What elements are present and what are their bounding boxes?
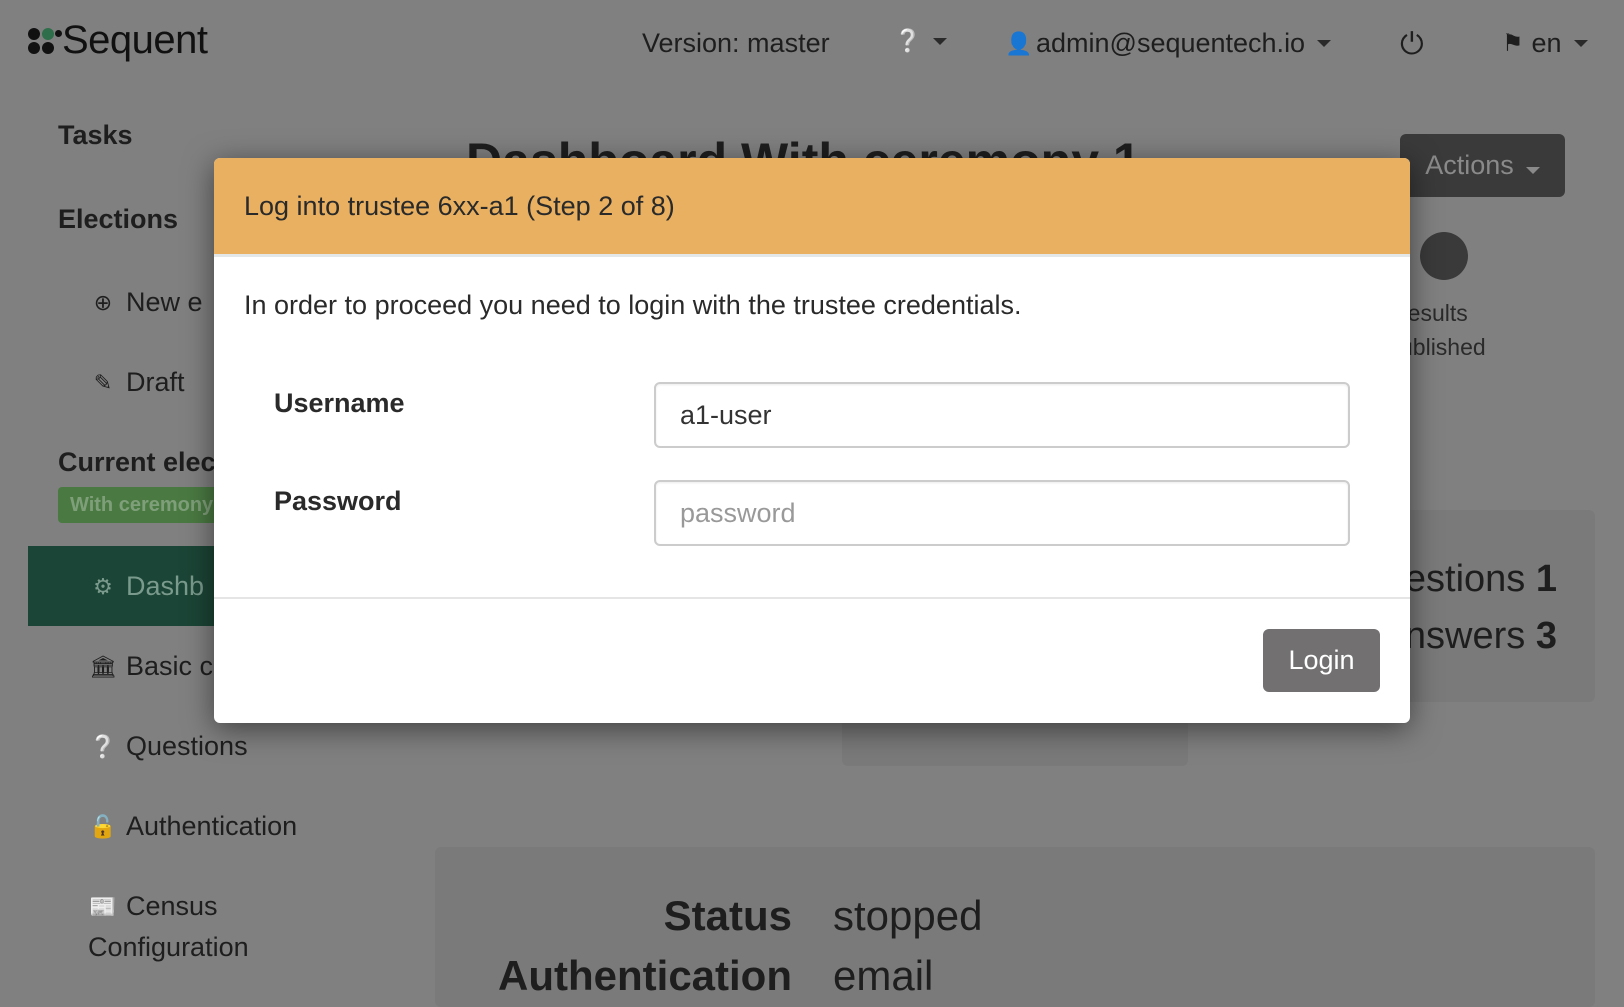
auth-value: email: [833, 952, 934, 999]
sidebar-item-label: Dashb: [126, 571, 205, 601]
sidebar-item-label: Draft: [126, 367, 185, 397]
language-dropdown[interactable]: ⚑ en: [1502, 28, 1588, 59]
auth-label: Authentication: [498, 952, 792, 999]
sequent-logo[interactable]: Sequent: [28, 18, 208, 63]
question-circle-icon: ❔: [89, 733, 117, 759]
trustee-login-modal: Log into trustee 6xx-a1 (Step 2 of 8) In…: [214, 158, 1410, 723]
modal-title: Log into trustee 6xx-a1 (Step 2 of 8): [214, 158, 1410, 257]
sidebar-item-questions[interactable]: ❔ Questions: [89, 731, 248, 762]
login-button[interactable]: Login: [1263, 629, 1380, 692]
answers-count: nswers 3: [1404, 615, 1557, 657]
power-icon: ⏻: [1400, 28, 1424, 61]
sidebar-item-census-line2[interactable]: Configuration: [88, 932, 249, 963]
flag-icon: ⚑: [1502, 30, 1524, 57]
sidebar-item-basic[interactable]: 🏛 Basic c: [89, 651, 214, 682]
sidebar-item-label: Census: [126, 891, 218, 921]
username-input[interactable]: [654, 382, 1350, 448]
sidebar-draft[interactable]: ✎ Draft: [90, 367, 185, 398]
edit-icon: ✎: [93, 369, 113, 395]
status-value: stopped: [833, 892, 983, 939]
caret-down-icon: [1525, 167, 1540, 174]
password-label: Password: [274, 486, 402, 516]
sidebar-item-census[interactable]: 📰 Census: [89, 891, 218, 922]
census-icon: 📰: [89, 893, 117, 919]
caret-down-icon: [1317, 40, 1332, 47]
status-label: Status: [663, 892, 792, 939]
step-label: results ublished: [1400, 296, 1486, 364]
sidebar-item-authentication[interactable]: 🔓 Authentication: [89, 811, 298, 842]
caret-down-icon: [933, 37, 947, 45]
logo-text: Sequent: [62, 18, 208, 62]
modal-footer-divider: [214, 597, 1410, 599]
user-email: admin@sequentech.io: [1036, 28, 1306, 58]
step-label-line1: results: [1400, 300, 1468, 326]
question-circle-icon: ❔: [894, 28, 922, 53]
actions-label: Actions: [1425, 150, 1514, 180]
sidebar-item-label: New e: [126, 287, 203, 317]
actions-dropdown[interactable]: Actions: [1400, 134, 1565, 197]
sidebar-item-label: Authentication: [126, 811, 298, 841]
sidebar-item-dashboard[interactable]: ⚙ Dashb: [90, 571, 204, 602]
modal-message: In order to proceed you need to login wi…: [244, 290, 1022, 320]
status-panel: Status stopped Authentication email: [435, 847, 1595, 1007]
sidebar-current-election-heading: Current elec: [58, 447, 216, 477]
dashboard-icon: ⚙: [93, 573, 113, 599]
version-label: Version: master: [642, 28, 830, 58]
step-indicator: [1420, 232, 1468, 280]
sidebar-item-label: Basic c: [126, 651, 214, 681]
language-label: en: [1531, 28, 1562, 58]
sidebar-tasks[interactable]: Tasks: [58, 120, 133, 151]
user-icon: 👤: [1005, 30, 1033, 56]
username-label: Username: [274, 388, 405, 418]
current-election-badge: With ceremony: [58, 487, 228, 523]
questions-count: estions 1: [1404, 558, 1557, 600]
caret-down-icon: [1573, 40, 1588, 47]
sidebar-elections-heading: Elections: [58, 204, 179, 234]
user-dropdown[interactable]: 👤 admin@sequentech.io: [1005, 28, 1332, 59]
sidebar-new-election[interactable]: ⊕ New e: [90, 287, 203, 318]
step-label-line2: ublished: [1400, 334, 1486, 360]
bank-icon: 🏛: [89, 653, 117, 679]
unlock-icon: 🔓: [89, 813, 117, 839]
help-dropdown[interactable]: ❔: [894, 28, 947, 54]
logout-button[interactable]: ⏻: [1400, 28, 1424, 62]
password-input[interactable]: [654, 480, 1350, 546]
plus-circle-icon: ⊕: [93, 289, 113, 315]
sidebar-item-label: Questions: [126, 731, 248, 761]
logo-dots-icon: [28, 27, 62, 54]
